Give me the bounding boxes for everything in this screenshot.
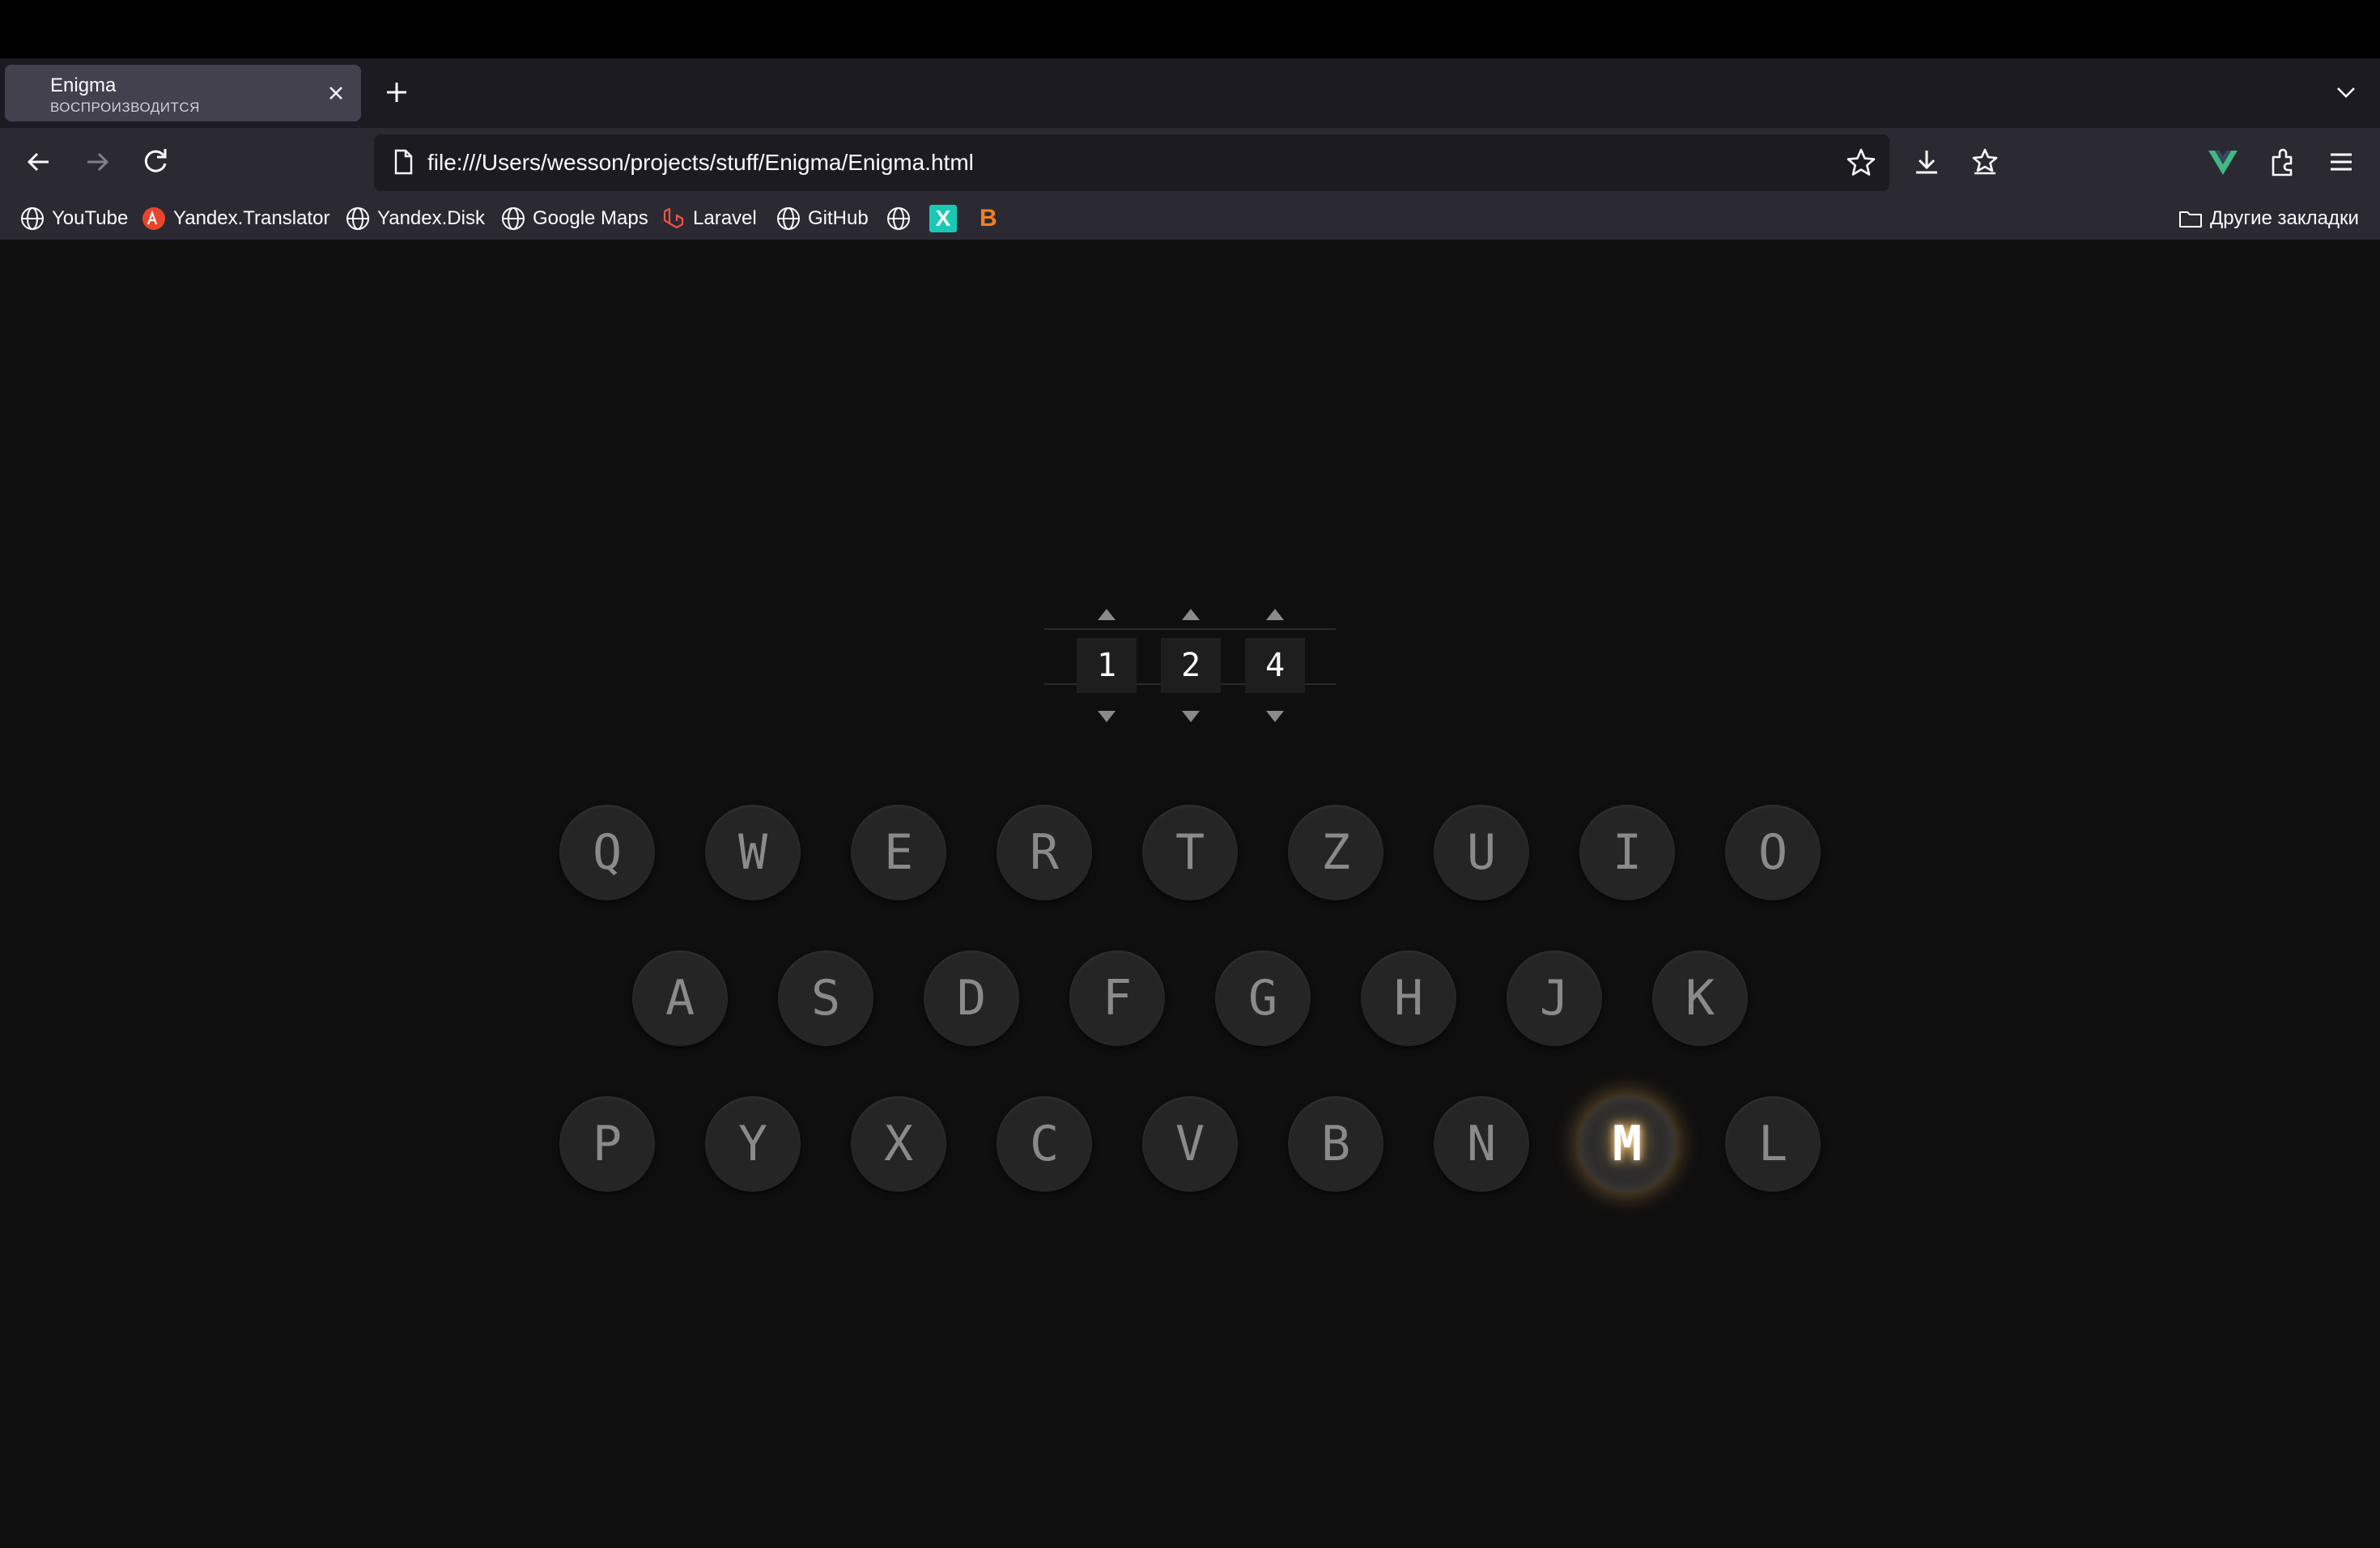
- key-g[interactable]: G: [1215, 950, 1311, 1046]
- navigation-toolbar: file:///Users/wesson/projects/stuff/Enig…: [0, 128, 2380, 198]
- back-arrow-icon[interactable]: [21, 144, 57, 180]
- rotor-down-arrow-icon[interactable]: [1098, 711, 1116, 722]
- key-v[interactable]: V: [1142, 1096, 1238, 1192]
- tab-audio-status: ВОСПРОИЗВОДИТСЯ: [50, 100, 200, 115]
- bookmark-laravel[interactable]: Laravel: [661, 204, 757, 233]
- translator-icon: [142, 207, 165, 230]
- rotor-1-value: 1: [1077, 638, 1137, 693]
- key-m-lit[interactable]: M: [1579, 1096, 1675, 1192]
- page-icon: [394, 149, 413, 175]
- key-c[interactable]: C: [997, 1096, 1092, 1192]
- key-x[interactable]: X: [851, 1096, 946, 1192]
- enigma-page: 1 2 4 Q W E R T Z U I O A S D F G H J K …: [0, 240, 2380, 1548]
- menu-hamburger-icon[interactable]: [2323, 144, 2359, 180]
- tab-enigma[interactable]: Enigma ВОСПРОИЗВОДИТСЯ: [5, 65, 361, 121]
- key-i[interactable]: I: [1579, 805, 1675, 900]
- folder-icon: [2179, 211, 2202, 228]
- tab-bar: Enigma ВОСПРОИЗВОДИТСЯ: [0, 58, 2380, 128]
- rotor-3: 4: [1245, 609, 1305, 722]
- rotor-down-arrow-icon[interactable]: [1266, 711, 1284, 722]
- bookmark-untitled[interactable]: [886, 204, 918, 233]
- rotor-2-value: 2: [1161, 638, 1221, 693]
- chevron-down-icon[interactable]: [2331, 78, 2361, 107]
- download-icon[interactable]: [1909, 144, 1944, 180]
- globe-icon: [346, 207, 369, 230]
- bookmark-yandex-disk[interactable]: Yandex.Disk: [345, 204, 485, 233]
- laravel-icon: [663, 207, 684, 229]
- bookmark-label: Laravel: [693, 207, 757, 229]
- url-text[interactable]: file:///Users/wesson/projects/stuff/Enig…: [427, 149, 974, 176]
- star-bookmark-icon[interactable]: [1844, 146, 1878, 180]
- forward-arrow-icon[interactable]: [79, 144, 115, 180]
- bookmark-label: GitHub: [808, 207, 869, 229]
- x-logo-icon: X: [929, 205, 957, 232]
- rotor-panel: 1 2 4: [1044, 609, 1336, 722]
- close-icon[interactable]: [325, 83, 346, 104]
- bookmark-label: Yandex.Translator: [173, 207, 330, 229]
- key-q[interactable]: Q: [559, 805, 655, 900]
- key-z[interactable]: Z: [1288, 805, 1383, 900]
- other-bookmarks[interactable]: Другие закладки: [2178, 204, 2359, 233]
- key-p[interactable]: P: [559, 1096, 655, 1192]
- key-n[interactable]: N: [1434, 1096, 1529, 1192]
- vue-devtools-icon[interactable]: [2205, 144, 2241, 180]
- pocket-save-icon[interactable]: [1967, 144, 2003, 180]
- key-a[interactable]: A: [632, 950, 728, 1046]
- key-r[interactable]: R: [997, 805, 1092, 900]
- bookmark-github[interactable]: GitHub: [776, 204, 869, 233]
- bookmark-google-maps[interactable]: Google Maps: [500, 204, 648, 233]
- key-b[interactable]: B: [1288, 1096, 1383, 1192]
- address-bar[interactable]: file:///Users/wesson/projects/stuff/Enig…: [374, 134, 1889, 191]
- key-y[interactable]: Y: [705, 1096, 801, 1192]
- key-l[interactable]: L: [1725, 1096, 1821, 1192]
- rotor-2: 2: [1161, 609, 1221, 722]
- other-bookmarks-label: Другие закладки: [2210, 207, 2359, 229]
- rotor-up-arrow-icon[interactable]: [1098, 609, 1116, 620]
- key-s[interactable]: S: [778, 950, 873, 1046]
- bookmark-yandex-translator[interactable]: Yandex.Translator: [141, 204, 329, 233]
- bookmark-label: Yandex.Disk: [377, 207, 485, 229]
- key-f[interactable]: F: [1069, 950, 1165, 1046]
- bookmark-label: Google Maps: [533, 207, 648, 229]
- key-d[interactable]: D: [924, 950, 1019, 1046]
- key-h[interactable]: H: [1361, 950, 1456, 1046]
- key-e[interactable]: E: [851, 805, 946, 900]
- bookmark-x[interactable]: X: [929, 204, 957, 233]
- rotor-up-arrow-icon[interactable]: [1182, 609, 1200, 620]
- reload-icon[interactable]: [138, 144, 173, 180]
- key-j[interactable]: J: [1507, 950, 1602, 1046]
- tab-title: Enigma: [50, 74, 117, 96]
- bookmark-b[interactable]: B: [980, 204, 997, 233]
- extensions-puzzle-icon[interactable]: [2265, 144, 2301, 180]
- key-u[interactable]: U: [1434, 805, 1529, 900]
- bookmarks-toolbar: YouTube Yandex.Translator Yandex.Disk Go…: [0, 198, 2380, 240]
- key-k[interactable]: K: [1652, 950, 1748, 1046]
- globe-icon: [777, 207, 800, 230]
- key-t[interactable]: T: [1142, 805, 1238, 900]
- globe-icon: [887, 207, 910, 230]
- rotor-3-value: 4: [1245, 638, 1305, 693]
- rotor-1: 1: [1077, 609, 1137, 722]
- new-tab-plus-icon[interactable]: [380, 76, 413, 108]
- rotor-down-arrow-icon[interactable]: [1182, 711, 1200, 722]
- window-titlebar: [0, 0, 2380, 58]
- bookmark-label: YouTube: [52, 207, 129, 229]
- key-o[interactable]: O: [1725, 805, 1821, 900]
- bookmark-youtube[interactable]: YouTube: [19, 204, 128, 233]
- globe-icon: [21, 207, 44, 230]
- b-logo-icon: B: [980, 205, 997, 232]
- key-w[interactable]: W: [705, 805, 801, 900]
- rotor-up-arrow-icon[interactable]: [1266, 609, 1284, 620]
- globe-icon: [502, 207, 525, 230]
